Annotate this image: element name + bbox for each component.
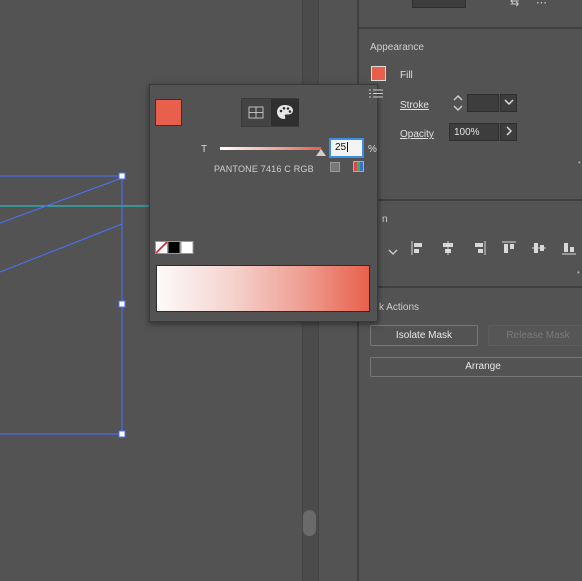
color-palette-icon [277, 105, 293, 119]
swatch-name: PANTONE 7416 C RGB [214, 164, 314, 174]
properties-panel [359, 0, 582, 581]
popup-menu-icon[interactable] [369, 85, 381, 103]
artwork-path [0, 223, 123, 273]
align-to-dropdown[interactable] [388, 244, 398, 262]
opacity-field[interactable]: 100% [449, 123, 499, 141]
current-color-swatch[interactable] [155, 99, 182, 126]
align-bottom-icon[interactable] [562, 241, 576, 255]
scrollbar-thumb[interactable] [303, 510, 316, 536]
appearance-title: Appearance [370, 42, 424, 53]
more-icon[interactable]: ⋯ [536, 0, 547, 9]
basic-swatches [155, 241, 195, 254]
tint-input[interactable]: 25 [329, 138, 364, 158]
color-palette-tab[interactable] [271, 99, 299, 126]
align-vertical-center-icon[interactable] [532, 241, 546, 255]
none-swatch[interactable] [155, 241, 168, 254]
color-mode-icon [353, 161, 364, 172]
arrange-button[interactable]: Arrange [370, 357, 582, 377]
swatches-grid-tab[interactable] [242, 99, 270, 126]
color-ramp[interactable] [156, 265, 370, 312]
tint-label: T [201, 144, 208, 155]
stroke-label[interactable]: Stroke [400, 100, 429, 111]
chevron-down-icon [504, 99, 513, 105]
fill-swatch[interactable] [371, 66, 386, 81]
white-swatch[interactable] [180, 241, 194, 254]
align-title: n [382, 214, 388, 225]
fill-label: Fill [400, 70, 413, 81]
opacity-expand[interactable] [500, 123, 517, 141]
spot-color-icon [330, 162, 340, 172]
tint-slider[interactable] [220, 147, 321, 150]
isolate-mask-button[interactable]: Isolate Mask [370, 325, 478, 346]
align-left-icon[interactable] [411, 241, 425, 255]
black-swatch[interactable] [167, 241, 181, 254]
resize-handle[interactable] [118, 172, 126, 180]
swatch-view-tabs [241, 98, 299, 127]
section-divider [359, 286, 582, 288]
section-more-icon[interactable]: • [577, 268, 580, 277]
section-divider [359, 27, 582, 29]
text-caret [347, 142, 349, 153]
release-mask-button[interactable]: Release Mask [488, 325, 582, 346]
chevron-right-icon [506, 126, 512, 136]
artwork-path [0, 177, 123, 224]
chevron-down-icon [388, 249, 398, 255]
stroke-weight-stepper[interactable] [451, 93, 465, 113]
section-more-icon[interactable]: • [578, 158, 581, 167]
resize-handle[interactable] [118, 430, 126, 438]
link-icon[interactable]: ⇆ [510, 0, 519, 9]
stroke-weight-field[interactable] [467, 94, 499, 112]
opacity-label[interactable]: Opacity [400, 129, 434, 140]
section-divider [359, 199, 582, 201]
align-top-icon[interactable] [502, 241, 516, 255]
top-field[interactable] [412, 0, 466, 8]
percent-label: % [368, 144, 377, 155]
align-horizontal-center-icon[interactable] [441, 241, 455, 255]
align-right-icon[interactable] [472, 241, 486, 255]
quick-actions-title: k Actions [379, 302, 420, 313]
resize-handle[interactable] [118, 300, 126, 308]
tint-slider-thumb[interactable] [316, 149, 326, 156]
swatches-grid-icon [248, 106, 264, 119]
stroke-dropdown[interactable] [500, 94, 517, 112]
